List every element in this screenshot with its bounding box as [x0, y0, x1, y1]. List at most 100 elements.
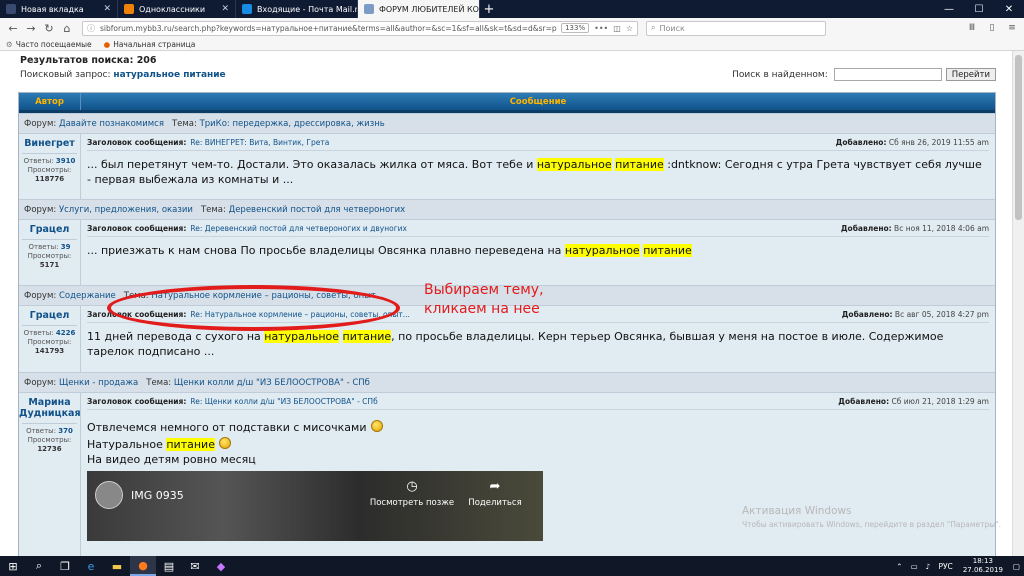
author-name[interactable]: Марина Дудницкая: [19, 397, 81, 419]
forum-link[interactable]: Услуги, предложения, оказии: [59, 205, 193, 215]
pocket-icon[interactable]: ◫: [613, 24, 621, 33]
network-icon[interactable]: ▭: [907, 562, 922, 571]
tab-close-icon[interactable]: ✕: [215, 4, 229, 14]
replies-count[interactable]: 370: [58, 427, 73, 435]
post-body: Заголовок сообщения: Re: Щенки колли д/ш…: [81, 393, 995, 556]
post-text-part: На видео детям ровно месяц: [87, 453, 256, 466]
bookmark-star-icon[interactable]: ☆: [626, 24, 633, 33]
post-subject-bar: Заголовок сообщения: Re: ВИНЕГРЕТ: Вита,…: [87, 134, 989, 151]
post-text-part: Отвлечемся немного от подставки с мисочк…: [87, 421, 367, 434]
highlight-term: питание: [166, 438, 215, 451]
home-icon[interactable]: ⌂: [58, 19, 76, 37]
mail-icon[interactable]: ✉: [182, 556, 208, 576]
forum-topic-row: Форум: Услуги, предложения, оказии Тема:…: [19, 199, 995, 219]
author-name[interactable]: Грацел: [19, 310, 80, 321]
notifications-icon[interactable]: ▢: [1009, 562, 1024, 571]
added-date: Сб июл 21, 2018 1:29 am: [891, 396, 989, 406]
close-window-icon[interactable]: ✕: [994, 0, 1024, 18]
topic-link[interactable]: Щенки колли д/ш "ИЗ БЕЛООСТРОВА" - СПб: [174, 378, 370, 388]
bookmark-label: Часто посещаемые: [15, 39, 92, 49]
back-icon[interactable]: ←: [4, 19, 22, 37]
store-icon[interactable]: ▤: [156, 556, 182, 576]
post-subject-link[interactable]: Re: ВИНЕГРЕТ: Вита, Винтик, Грета: [190, 138, 329, 147]
post-body: Заголовок сообщения: Re: Деревенский пос…: [81, 220, 995, 285]
added-label: Добавлено:: [840, 223, 892, 233]
forum-label: Форум:: [24, 290, 57, 301]
tab-odnoklassniki[interactable]: Одноклассники ✕: [118, 0, 236, 18]
bookmark-start-page[interactable]: ● Начальная страница: [104, 40, 196, 49]
language-indicator[interactable]: РУС: [934, 562, 956, 571]
post-author-cell: Грацел Ответы: 4226 Просмотры: 141793: [19, 306, 81, 372]
query-label: Поисковый запрос:: [20, 70, 111, 80]
search-within-input[interactable]: [833, 68, 942, 81]
author-name[interactable]: Грацел: [19, 224, 80, 235]
firefox-icon[interactable]: ●: [130, 556, 156, 576]
added-label: Добавлено:: [841, 309, 893, 319]
author-name[interactable]: Винегрет: [19, 138, 80, 149]
highlight-term: натуральное: [264, 330, 340, 343]
share-button[interactable]: ➦ Поделиться: [465, 479, 525, 511]
page-scrollbar[interactable]: [1012, 51, 1024, 556]
forum-link[interactable]: Содержание: [59, 291, 116, 301]
author-divider: [22, 325, 77, 326]
page-actions-icon[interactable]: •••: [594, 24, 608, 33]
address-bar[interactable]: ⓘ sibforum.mybb3.ru/search.php?keywords=…: [82, 20, 638, 36]
tray-expand-icon[interactable]: ⌃: [892, 562, 906, 571]
tab-collie-forum[interactable]: ФОРУМ ЛЮБИТЕЛЕЙ КОЛЛИ ✕: [358, 0, 480, 18]
tab-close-icon[interactable]: ✕: [97, 4, 111, 14]
post-author-cell: Грацел Ответы: 39 Просмотры: 5171: [19, 220, 81, 285]
volume-icon[interactable]: ♪: [922, 562, 935, 571]
site-info-icon[interactable]: ⓘ: [87, 23, 95, 34]
embedded-video[interactable]: IMG 0935 ◷ Посмотреть позже ➦ Поделиться: [87, 471, 543, 541]
replies-label: Ответы:: [26, 427, 57, 435]
search-icon[interactable]: ⌕: [26, 556, 52, 576]
channel-avatar[interactable]: [95, 481, 123, 509]
search-box[interactable]: ⌕ Поиск: [646, 20, 826, 36]
post-date: Добавлено: Сб июл 21, 2018 1:29 am: [838, 397, 989, 406]
views-count: 141793: [34, 347, 65, 355]
watch-later-button[interactable]: ◷ Посмотреть позже: [367, 479, 457, 511]
views-label: Просмотры:: [27, 166, 72, 174]
tab-new-tab[interactable]: Новая вкладка ✕: [0, 0, 118, 18]
video-title[interactable]: IMG 0935: [131, 488, 184, 503]
views-count: 118776: [34, 175, 65, 183]
query-value[interactable]: натуральное питание: [113, 70, 225, 80]
forward-icon[interactable]: →: [22, 19, 40, 37]
share-label: Поделиться: [468, 498, 522, 508]
post-body: Заголовок сообщения: Re: ВИНЕГРЕТ: Вита,…: [81, 134, 995, 199]
watermark-subtitle: Чтобы активировать Windows, перейдите в …: [742, 520, 1001, 529]
browser-tab-bar: Новая вкладка ✕ Одноклассники ✕ Входящие…: [0, 0, 1024, 18]
forum-label: Форум:: [24, 377, 57, 388]
reload-icon[interactable]: ↻: [40, 19, 58, 37]
tab-mail-ru[interactable]: Входящие - Почта Mail.ru ✕: [236, 0, 358, 18]
edge-icon[interactable]: e: [78, 556, 104, 576]
author-divider: [22, 239, 77, 240]
replies-count[interactable]: 3910: [56, 157, 75, 165]
highlight-term: питание: [615, 158, 664, 171]
app-icon[interactable]: ◆: [208, 556, 234, 576]
replies-count[interactable]: 39: [61, 243, 71, 251]
topic-link[interactable]: Деревенский постой для четвероногих: [229, 205, 406, 215]
library-icon[interactable]: Ⅲ: [964, 20, 980, 36]
windows-start-icon[interactable]: ⊞: [0, 556, 26, 576]
forum-link[interactable]: Щенки - продажа: [59, 378, 138, 388]
go-button[interactable]: Перейти: [945, 68, 996, 81]
system-clock[interactable]: 18:13 27.06.2019: [957, 557, 1009, 575]
sidebar-icon[interactable]: ▯: [984, 20, 1000, 36]
new-tab-button[interactable]: +: [480, 0, 498, 18]
post-subject-link[interactable]: Re: Деревенский постой для четвероногих …: [190, 224, 407, 233]
post-subject-link[interactable]: Re: Щенки колли д/ш "ИЗ БЕЛООСТРОВА" - С…: [190, 397, 377, 406]
menu-icon[interactable]: ≡: [1004, 20, 1020, 36]
scrollbar-thumb[interactable]: [1015, 55, 1022, 220]
zoom-level-badge[interactable]: 133%: [561, 23, 590, 33]
topic-link[interactable]: ТриКо: передержка, дрессировка, жизнь: [200, 119, 385, 129]
replies-count[interactable]: 4226: [56, 329, 75, 337]
maximize-icon[interactable]: ☐: [964, 0, 994, 18]
file-explorer-icon[interactable]: ▬: [104, 556, 130, 576]
bookmark-most-visited[interactable]: ⚙ Часто посещаемые: [6, 40, 92, 49]
task-view-icon[interactable]: ❐: [52, 556, 78, 576]
forum-link[interactable]: Давайте познакомимся: [59, 119, 164, 129]
post-subject-bar: Заголовок сообщения: Re: Щенки колли д/ш…: [87, 393, 989, 410]
post-subject-bar: Заголовок сообщения: Re: Деревенский пос…: [87, 220, 989, 237]
minimize-icon[interactable]: —: [934, 0, 964, 18]
